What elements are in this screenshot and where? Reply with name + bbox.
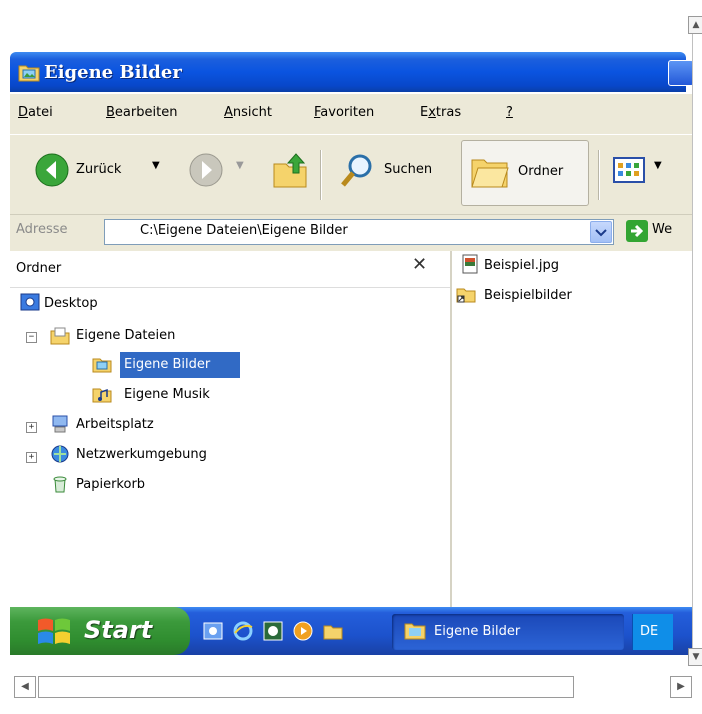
desktop-icon[interactable] (202, 620, 224, 642)
tree-item-desktop[interactable]: Desktop (44, 296, 98, 311)
tree-item-eigene-bilder[interactable]: Eigene Bilder (124, 357, 210, 372)
views-icon[interactable] (612, 156, 648, 184)
views-dropdown-icon[interactable]: ▼ (654, 160, 662, 171)
media-icon[interactable] (262, 620, 284, 642)
menu-datei[interactable]: Datei (18, 105, 53, 120)
menu-help[interactable]: ? (506, 105, 513, 120)
file-list-pane (452, 251, 692, 607)
my-pictures-icon (18, 65, 40, 82)
tree-item-arbeitsplatz[interactable]: Arbeitsplatz (76, 417, 154, 432)
recycle-bin-icon (53, 476, 67, 493)
minimize-button[interactable] (668, 60, 694, 86)
window-title: Eigene Bilder (44, 62, 182, 83)
desktop-icon (20, 293, 40, 311)
file-item-beispiel[interactable]: Beispiel.jpg (484, 258, 559, 273)
go-button[interactable] (626, 220, 648, 242)
back-dropdown-icon[interactable]: ▼ (152, 160, 160, 171)
expand-toggle[interactable]: + (26, 422, 37, 433)
forward-arrow-icon[interactable] (188, 152, 224, 188)
network-icon (51, 445, 69, 463)
close-icon[interactable]: ✕ (412, 254, 427, 275)
menu-bearbeiten[interactable]: Bearbeiten (106, 105, 177, 120)
vertical-scrollbar[interactable] (692, 16, 702, 666)
toolbar-separator (320, 150, 322, 200)
menu-favoriten[interactable]: Favoriten (314, 105, 374, 120)
folders-icon (471, 159, 509, 188)
forward-dropdown-icon[interactable]: ▼ (236, 160, 244, 171)
my-pictures-icon (92, 358, 112, 373)
back-button-label[interactable]: Zurück (76, 162, 121, 177)
windows-logo-icon (38, 618, 70, 644)
scroll-up-arrow-icon[interactable]: ▲ (688, 16, 702, 34)
menu-extras[interactable]: Extras (420, 105, 461, 120)
search-icon[interactable] (338, 150, 378, 190)
folder-shortcut-icon (456, 288, 476, 303)
back-arrow-icon[interactable] (34, 152, 70, 188)
tree-item-papierkorb[interactable]: Papierkorb (76, 477, 145, 492)
my-documents-icon (50, 327, 70, 345)
language-label: DE (640, 624, 659, 639)
address-dropdown-button[interactable] (590, 221, 612, 243)
expand-toggle[interactable]: + (26, 452, 37, 463)
search-button-label[interactable]: Suchen (384, 162, 432, 177)
tree-item-eigene-dateien[interactable]: Eigene Dateien (76, 328, 175, 343)
my-pictures-icon (404, 623, 426, 640)
taskbar-window-label[interactable]: Eigene Bilder (434, 624, 520, 639)
scroll-right-arrow-icon[interactable]: ▶ (670, 676, 692, 698)
tree-item-netzwerkumgebung[interactable]: Netzwerkumgebung (76, 447, 207, 462)
chevron-down-icon (595, 229, 607, 237)
toolbar-separator (598, 150, 600, 200)
tree-item-eigene-musik[interactable]: Eigene Musik (124, 387, 210, 402)
start-label: Start (84, 616, 153, 644)
folders-button-label: Ordner (518, 164, 564, 179)
my-music-icon (92, 388, 112, 403)
scroll-left-arrow-icon[interactable]: ◀ (14, 676, 36, 698)
go-button-label[interactable]: We (652, 222, 672, 237)
go-arrow-icon (631, 224, 644, 238)
my-computer-icon (52, 415, 68, 433)
folder-pane-header (10, 251, 450, 288)
address-label: Adresse (16, 222, 68, 237)
horizontal-scroll-thumb[interactable] (38, 676, 574, 698)
ie-icon[interactable] (232, 620, 254, 642)
collapse-toggle[interactable]: − (26, 332, 37, 343)
scroll-down-arrow-icon[interactable]: ▼ (688, 648, 702, 666)
file-item-beispielbilder[interactable]: Beispielbilder (484, 288, 572, 303)
image-file-icon (462, 254, 478, 274)
address-value[interactable]: C:\Eigene Dateien\Eigene Bilder (140, 223, 348, 238)
folder-icon[interactable] (322, 620, 344, 642)
player-icon[interactable] (292, 620, 314, 642)
folder-up-icon[interactable] (270, 150, 310, 190)
folder-pane-title: Ordner (16, 261, 62, 276)
menu-ansicht[interactable]: Ansicht (224, 105, 272, 120)
